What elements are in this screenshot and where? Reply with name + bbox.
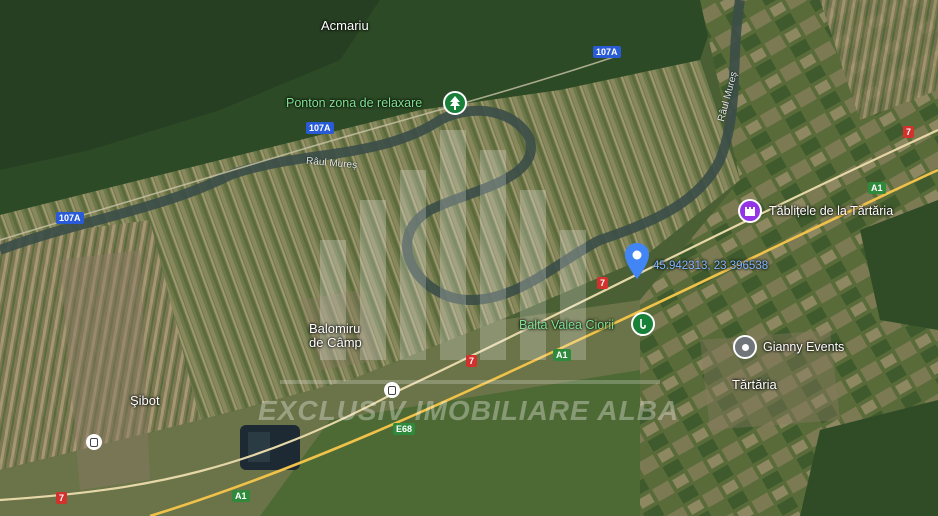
road-shield-107a-3: 107A	[56, 212, 84, 224]
poi-gianny-label[interactable]: Gianny Events	[763, 340, 844, 354]
road-shield-a1-3: A1	[232, 490, 250, 502]
train-station-icon-2[interactable]	[86, 434, 102, 450]
tree-icon[interactable]	[443, 91, 467, 115]
satellite-imagery	[0, 0, 938, 516]
map-marker-icon[interactable]	[625, 243, 649, 284]
coordinate-readout: 45.942313, 23.396538	[653, 260, 769, 272]
fishing-icon[interactable]	[631, 312, 655, 336]
place-tartaria[interactable]: Tărtăria	[732, 377, 777, 392]
satellite-map[interactable]: Acmariu Balomiru de Câmp Şibot Tărtăria …	[0, 0, 938, 516]
watermark-text: EXCLUSIV IMOBILIARE ALBA	[258, 395, 680, 426]
location-pin-icon[interactable]	[733, 335, 757, 359]
road-shield-a1-2: A1	[553, 349, 571, 361]
castle-icon[interactable]	[738, 199, 762, 223]
road-shield-107a-2: 107A	[306, 122, 334, 134]
road-shield-a1: A1	[868, 182, 886, 194]
poi-tablitele-label[interactable]: Tăblițele de la Tărtăria	[769, 204, 893, 218]
road-shield-7-4: 7	[56, 492, 68, 504]
road-shield-7-3: 7	[466, 355, 478, 367]
poi-ponton-label[interactable]: Ponton zona de relaxare	[286, 96, 422, 110]
road-shield-107a: 107A	[593, 46, 621, 58]
poi-balta-label[interactable]: Balta Valea Ciorii	[519, 318, 614, 332]
place-sibot[interactable]: Şibot	[130, 393, 160, 408]
place-balomiru[interactable]: Balomiru	[309, 321, 360, 336]
place-acmariu[interactable]: Acmariu	[321, 18, 369, 33]
road-shield-7-2: 7	[597, 277, 609, 289]
place-balomiru-line2[interactable]: de Câmp	[309, 335, 362, 350]
road-shield-7: 7	[903, 126, 915, 138]
